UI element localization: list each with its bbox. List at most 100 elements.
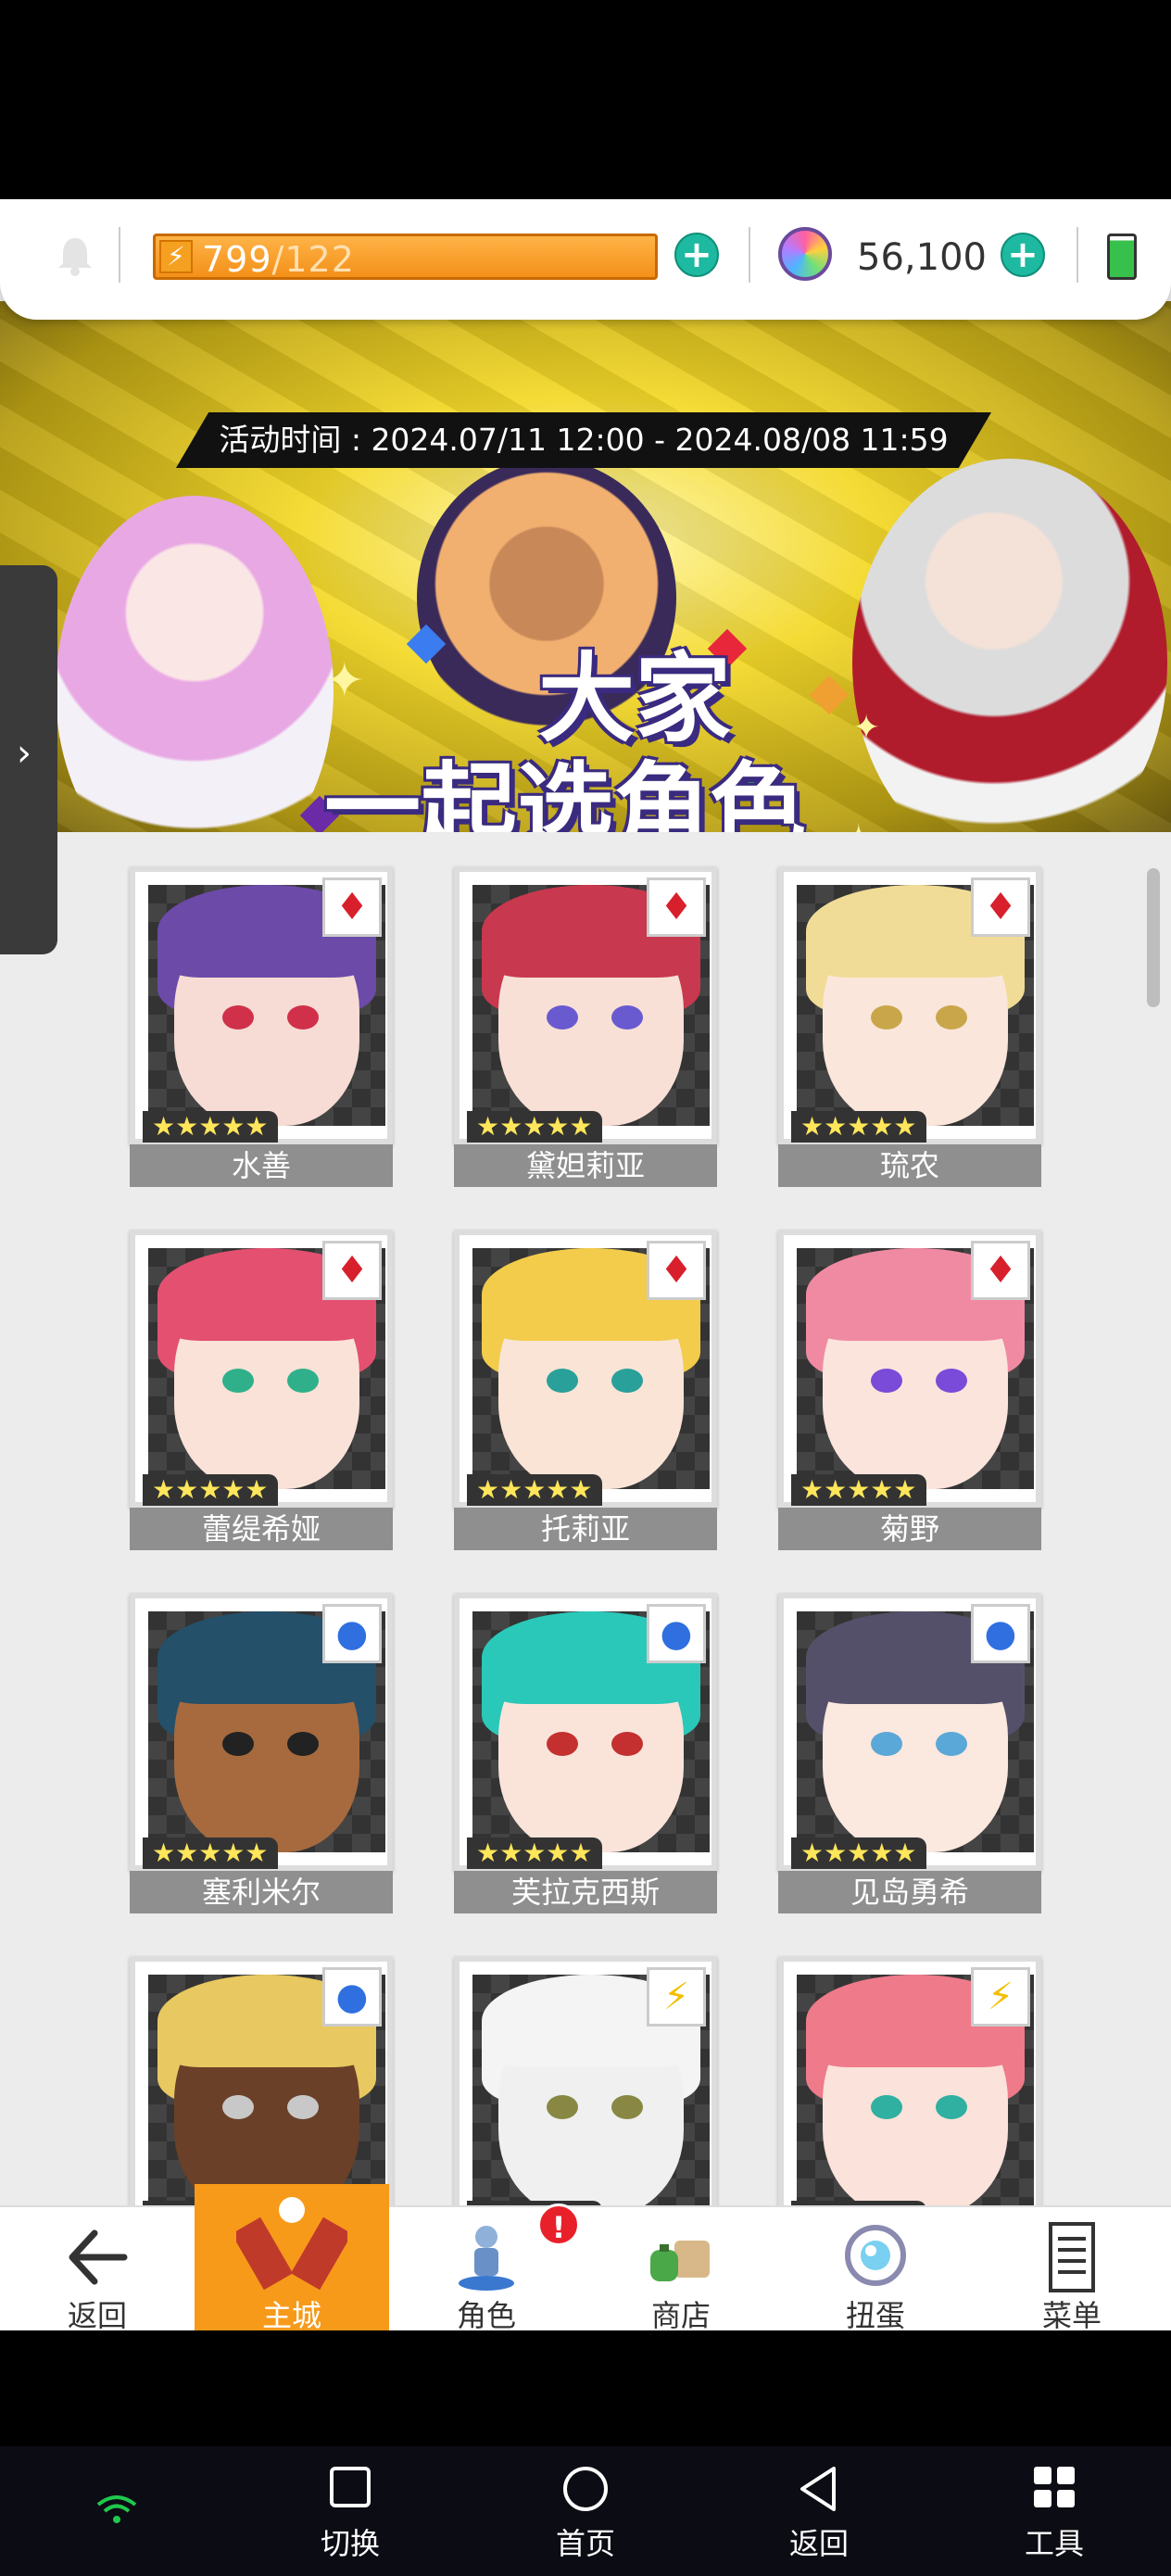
lightning-icon: ⚡ xyxy=(159,240,193,273)
portrait-eye xyxy=(287,1369,319,1393)
nav-shop-label: 商店 xyxy=(650,2298,711,2330)
attribute-red-icon: ♦ xyxy=(971,878,1030,937)
character-card[interactable]: ♦ ★★★★★ 托莉亚 xyxy=(454,1230,717,1550)
attribute-yellow-icon: ⚡ xyxy=(647,1967,706,2027)
rarity-stars: ★★★★★ xyxy=(467,1837,602,1869)
scrollbar[interactable] xyxy=(1147,868,1160,1007)
shop-bag-icon xyxy=(650,2241,710,2281)
character-card[interactable]: ♦ ★★★★★ 琉农 xyxy=(778,866,1041,1187)
portrait-eye xyxy=(222,2095,254,2119)
battery-icon xyxy=(1107,234,1137,280)
character-card[interactable]: ● ★★★★★ 芙拉克西斯 xyxy=(454,1593,717,1913)
attribute-red-icon: ♦ xyxy=(971,1241,1030,1300)
attribute-red-icon: ♦ xyxy=(322,878,382,937)
attribute-red-icon: ♦ xyxy=(322,1241,382,1300)
nav-menu[interactable]: 菜单 xyxy=(973,2207,1171,2330)
castle-icon xyxy=(236,2197,347,2291)
gem-icon xyxy=(778,227,832,281)
system-recents-button[interactable]: 切换 xyxy=(285,2465,415,2563)
nav-gacha[interactable]: 扭蛋 xyxy=(778,2207,973,2330)
character-name: 琉农 xyxy=(778,1144,1041,1187)
attribute-blue-icon: ● xyxy=(647,1604,706,1663)
add-gems-button[interactable]: + xyxy=(1001,233,1045,277)
character-name: 见岛勇希 xyxy=(778,1871,1041,1913)
screen-root: ⚡ 799/122 + 56,100 + 活动时间 : 2024.07/11 1… xyxy=(0,0,1171,2576)
portrait-eye xyxy=(287,2095,319,2119)
character-card[interactable]: ♦ ★★★★★ 黛妲莉亚 xyxy=(454,866,717,1187)
portrait-eye xyxy=(936,2095,967,2119)
stamina-bar: ⚡ 799/122 xyxy=(153,234,658,280)
gacha-icon xyxy=(845,2225,906,2286)
home-icon xyxy=(563,2467,608,2511)
rarity-stars: ★★★★★ xyxy=(791,1474,926,1506)
chevron-right-icon: › xyxy=(17,732,31,775)
portrait-eye xyxy=(936,1369,967,1393)
portrait-eye xyxy=(611,2095,643,2119)
system-home-button[interactable]: 首页 xyxy=(521,2465,650,2563)
nav-main-city[interactable]: 主城 xyxy=(195,2184,389,2330)
nav-characters-label: 角色 xyxy=(456,2298,516,2330)
back-arrow-icon xyxy=(69,2229,128,2285)
resource-bar: ⚡ 799/122 + 56,100 + xyxy=(0,199,1171,320)
portrait-eye xyxy=(222,1005,254,1029)
rarity-stars: ★★★★★ xyxy=(143,1474,278,1506)
system-tools-label: 工具 xyxy=(1024,2526,1084,2561)
sparkle-icon: ✦ xyxy=(852,709,881,747)
sparkle-icon: ✦ xyxy=(838,815,879,832)
portrait-eye xyxy=(547,1732,578,1756)
portrait-eye xyxy=(222,1369,254,1393)
character-icon xyxy=(459,2226,514,2291)
character-name: 塞利米尔 xyxy=(130,1871,393,1913)
banner-title: 大家 一起选角色 xyxy=(324,642,807,832)
character-name: 黛妲莉亚 xyxy=(454,1144,717,1187)
character-card[interactable]: ♦ ★★★★★ 菊野 xyxy=(778,1230,1041,1550)
attribute-blue-icon: ● xyxy=(971,1604,1030,1663)
side-drawer-tab[interactable]: › xyxy=(0,565,57,954)
recents-icon xyxy=(330,2467,371,2507)
attribute-yellow-icon: ⚡ xyxy=(971,1967,1030,2027)
portrait-eye xyxy=(222,1732,254,1756)
nav-characters[interactable]: ! 角色 xyxy=(389,2203,584,2330)
stamina-value: 799/122 xyxy=(202,239,355,280)
portrait-eye xyxy=(287,1005,319,1029)
game-screen: ⚡ 799/122 + 56,100 + 活动时间 : 2024.07/11 1… xyxy=(0,199,1171,2330)
card-frame: ♦ ★★★★★ xyxy=(454,866,717,1144)
notification-bell-icon[interactable] xyxy=(52,233,98,279)
card-frame: ⚡★★★★★ xyxy=(454,1956,717,2234)
rarity-stars: ★★★★★ xyxy=(143,1837,278,1869)
character-name: 蕾缇希娅 xyxy=(130,1508,393,1550)
nav-back[interactable]: 返回 xyxy=(0,2207,195,2330)
card-frame: ● ★★★★★ xyxy=(778,1593,1041,1871)
character-card[interactable]: ♦ ★★★★★ 水善 xyxy=(130,866,393,1187)
nav-menu-label: 菜单 xyxy=(1041,2298,1102,2330)
portrait-eye xyxy=(611,1005,643,1029)
character-card[interactable]: ♦ ★★★★★ 蕾缇希娅 xyxy=(130,1230,393,1550)
nav-back-label: 返回 xyxy=(67,2298,127,2330)
portrait-eye xyxy=(287,1732,319,1756)
wifi-icon xyxy=(96,2493,137,2533)
letterbox-bottom xyxy=(0,2330,1171,2446)
portrait-eye xyxy=(936,1732,967,1756)
character-card[interactable]: ● ★★★★★ 见岛勇希 xyxy=(778,1593,1041,1913)
nav-main-city-label: 主城 xyxy=(261,2298,321,2330)
character-name: 芙拉克西斯 xyxy=(454,1871,717,1913)
character-name: 菊野 xyxy=(778,1508,1041,1550)
system-back-button[interactable]: 返回 xyxy=(754,2465,884,2563)
divider xyxy=(1077,227,1078,283)
card-frame: ♦ ★★★★★ xyxy=(778,1230,1041,1508)
character-name: 水善 xyxy=(130,1144,393,1187)
portrait-eye xyxy=(871,1005,902,1029)
portrait-eye xyxy=(547,2095,578,2119)
character-grid: ♦ ★★★★★ 水善 ♦ ★★★★★ 黛妲莉亚 ♦ ★★★★★ 琉农 ♦ ★★★★★ 蕾缇希娅 ♦ ★★★… xyxy=(0,832,1171,2330)
card-frame: ● ★★★★★ xyxy=(454,1593,717,1871)
rarity-stars: ★★★★★ xyxy=(791,1111,926,1143)
character-name: 托莉亚 xyxy=(454,1508,717,1550)
system-tools-button[interactable]: 工具 xyxy=(989,2465,1119,2563)
rarity-stars: ★★★★★ xyxy=(467,1111,602,1143)
add-stamina-button[interactable]: + xyxy=(674,233,719,277)
event-banner[interactable]: 活动时间 : 2024.07/11 12:00 - 2024.08/08 11:… xyxy=(0,301,1171,832)
portrait-eye xyxy=(611,1369,643,1393)
character-card[interactable]: ● ★★★★★ 塞利米尔 xyxy=(130,1593,393,1913)
nav-shop[interactable]: 商店 xyxy=(584,2207,778,2330)
status-area xyxy=(0,0,1171,199)
